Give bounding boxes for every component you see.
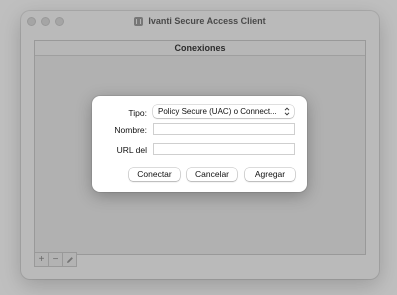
name-input[interactable]	[153, 123, 295, 135]
add-connection-dialog: Tipo: Policy Secure (UAC) o Connect... N…	[92, 96, 307, 192]
type-row: Tipo: Policy Secure (UAC) o Connect...	[92, 105, 307, 121]
url-label: URL del	[116, 145, 147, 155]
type-select-value: Policy Secure (UAC) o Connect...	[158, 107, 277, 116]
type-label: Tipo:	[128, 108, 147, 118]
add-button[interactable]: Agregar	[245, 168, 295, 181]
name-label: Nombre:	[114, 125, 147, 135]
connect-button[interactable]: Conectar	[129, 168, 180, 181]
up-down-chevron-icon	[284, 105, 290, 118]
url-row: URL del	[92, 142, 307, 158]
cancel-button[interactable]: Cancelar	[187, 168, 237, 181]
url-input[interactable]	[153, 143, 295, 155]
name-row: Nombre:	[92, 122, 307, 138]
dialog-buttons: Conectar Cancelar Agregar	[92, 168, 307, 182]
type-select[interactable]: Policy Secure (UAC) o Connect...	[153, 105, 294, 118]
